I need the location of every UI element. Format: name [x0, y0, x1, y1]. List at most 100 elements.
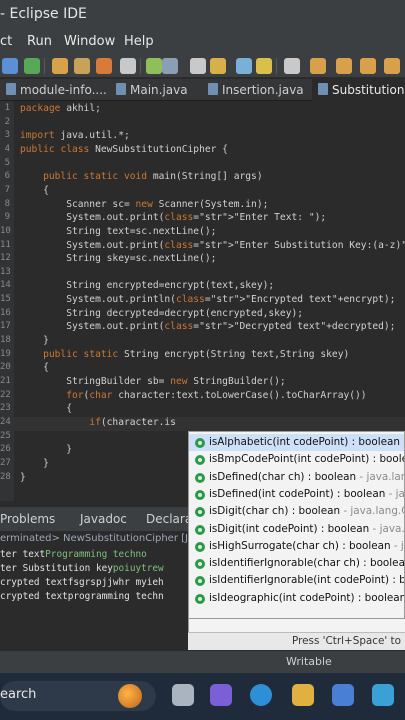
method-icon: [195, 472, 205, 483]
console-label: crypted text: [0, 577, 68, 588]
annotation-icon[interactable]: [236, 58, 252, 74]
tab-substitution[interactable]: Substitution...: [312, 79, 405, 101]
autocomplete-item[interactable]: isDefined(char ch) : boolean - java.lang…: [189, 469, 404, 486]
toolbar-separator: [276, 58, 277, 74]
autocomplete-item[interactable]: isDigit(char ch) : boolean - java.lang.C…: [189, 503, 404, 520]
line-number: 4: [4, 143, 10, 154]
autocomplete-signature: isDigit(int codePoint) : boolean: [209, 522, 370, 535]
pin-icon[interactable]: [190, 58, 206, 74]
line-number: 25: [0, 430, 11, 441]
navigate-icon[interactable]: [210, 58, 226, 74]
code-line: 5: [0, 158, 405, 172]
line-number: 14: [0, 280, 11, 291]
edge-icon[interactable]: [250, 684, 272, 706]
code-text: }: [20, 457, 49, 469]
status-writable: Writable: [286, 655, 332, 668]
autocomplete-source: - java: [393, 539, 404, 552]
bookmark-icon[interactable]: [256, 58, 272, 74]
code-line: 10 String text=sc.nextLine();: [0, 226, 405, 240]
code-line: 14 String encrypted=encrypt(text,skey);: [0, 280, 405, 294]
java-file-icon: [6, 83, 16, 95]
navigate-back-icon[interactable]: [310, 58, 326, 74]
line-number: 26: [0, 444, 11, 455]
tab-label: Substitution...: [332, 83, 405, 97]
line-number: 27: [0, 457, 11, 468]
line-number: 2: [4, 116, 10, 127]
line-number: 6: [4, 171, 10, 182]
title-bar: - Eclipse IDE: [0, 0, 405, 30]
tab-module-info[interactable]: module-info....: [0, 79, 113, 101]
debug-icon[interactable]: [24, 58, 40, 74]
autocomplete-item[interactable]: isAlphabetic(int codePoint) : boolean - …: [189, 434, 404, 452]
refresh-icon[interactable]: [52, 58, 68, 74]
console-label: ter Substitution key: [0, 563, 113, 574]
autocomplete-popup[interactable]: isAlphabetic(int codePoint) : boolean - …: [188, 431, 405, 619]
menu-window[interactable]: Window: [64, 34, 115, 49]
autocomplete-source: - java.la: [372, 522, 405, 535]
search-highlight-icon[interactable]: [118, 684, 142, 708]
run-icon[interactable]: [120, 58, 136, 74]
toolbar-separator: [44, 58, 45, 74]
autocomplete-item[interactable]: isIdentifierIgnorable(int codePoint) : b…: [189, 572, 404, 589]
menu-help[interactable]: Help: [124, 34, 154, 49]
taskbar-search[interactable]: earch: [0, 681, 156, 711]
code-text: String skey=sc.nextLine();: [20, 253, 217, 265]
menu-bar: ct Run Window Help: [0, 30, 405, 54]
autocomplete-item[interactable]: isIdentifierIgnorable(char ch) : boolean: [189, 555, 404, 572]
line-number: 19: [0, 348, 11, 359]
autocomplete-item[interactable]: isIdeographic(int codePoint) : boolean -…: [189, 590, 404, 607]
folder-icon[interactable]: [74, 58, 90, 74]
code-line: 4 public class NewSubstitutionCipher {: [0, 144, 405, 158]
pen-icon[interactable]: [162, 58, 178, 74]
line-number: 11: [0, 239, 11, 250]
next-annotation-icon[interactable]: [284, 58, 300, 74]
search-label: earch: [0, 687, 37, 702]
code-line: 15 System.out.println(class="str">"Encry…: [0, 294, 405, 308]
code-text: StringBuilder sb= new StringBuilder();: [20, 376, 286, 387]
store-icon[interactable]: [332, 684, 354, 706]
code-text: Scanner sc= new Scanner(System.in);: [20, 198, 269, 210]
menu-run[interactable]: Run: [27, 34, 52, 49]
autocomplete-item[interactable]: isBmpCodePoint(int codePoint) : boolea: [189, 451, 405, 468]
autocomplete-item[interactable]: isDefined(int codePoint) : boolean - jav…: [189, 486, 404, 503]
java-file-icon: [116, 83, 126, 95]
code-line: 23 {: [0, 403, 405, 417]
code-text: package akhil;: [20, 103, 101, 114]
tab-label: Insertion.java: [222, 83, 304, 97]
line-number: 3: [4, 130, 10, 141]
code-text: System.out.print(class="str">"Enter Text…: [20, 212, 327, 224]
last-edit-icon[interactable]: [360, 58, 376, 74]
tab-main[interactable]: Main.java: [110, 79, 194, 101]
teams-icon[interactable]: [210, 684, 232, 706]
console-line: crypted textfsgrspjjwhr myieh: [0, 577, 164, 588]
method-icon: [195, 576, 205, 587]
autocomplete-item[interactable]: isDigit(int codePoint) : boolean - java.…: [189, 521, 405, 538]
code-text: System.out.print(class="str">"Decrypted …: [20, 321, 396, 333]
task-view-icon[interactable]: [172, 684, 194, 706]
code-text: String encrypted=encrypt(text,skey);: [20, 280, 275, 292]
autocomplete-signature: isBmpCodePoint(int codePoint) : boolea: [209, 453, 405, 466]
forward-icon[interactable]: [384, 58, 400, 74]
menu-project[interactable]: ct: [0, 34, 12, 49]
code-line: 2: [0, 117, 405, 131]
autocomplete-item[interactable]: isHighSurrogate(char ch) : boolean - jav…: [189, 538, 404, 555]
method-icon: [195, 524, 205, 535]
navigate-forward-icon[interactable]: [336, 58, 352, 74]
code-text: for(char character:text.toLowerCase().to…: [66, 389, 367, 401]
tab-label: module-info....: [20, 83, 107, 97]
toolbar: [0, 54, 405, 78]
tab-problems[interactable]: Problems: [0, 512, 55, 526]
mail-icon[interactable]: [372, 684, 394, 706]
line-number: 1: [4, 103, 10, 113]
line-number: 5: [4, 157, 10, 168]
console-view[interactable]: erminated> NewSubstitutionCipher [Java t…: [0, 531, 190, 651]
console-label: ter text: [0, 549, 46, 560]
console-output: programming techn: [67, 591, 164, 602]
file-explorer-icon[interactable]: [292, 684, 314, 706]
tab-javadoc[interactable]: Javadoc: [80, 512, 127, 526]
tab-insertion[interactable]: Insertion.java: [202, 79, 310, 101]
code-line: 20 {: [0, 362, 405, 376]
build-icon[interactable]: [96, 58, 112, 74]
save-icon[interactable]: [2, 58, 18, 74]
search-icon[interactable]: [146, 58, 162, 74]
